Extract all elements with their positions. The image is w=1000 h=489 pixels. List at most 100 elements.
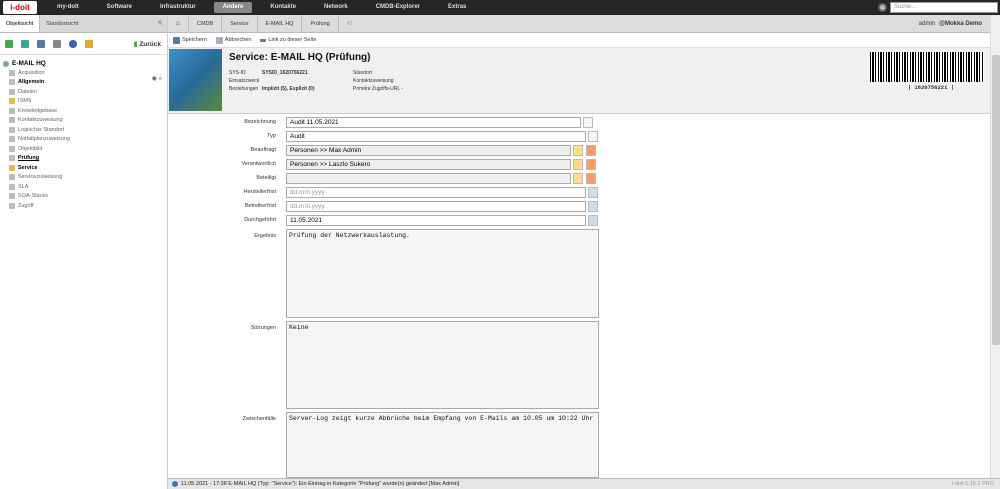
tab-standortsicht[interactable]: Standortsicht xyxy=(40,15,84,32)
globe-icon[interactable] xyxy=(69,39,77,48)
sidebar-item-zugriff[interactable]: Zugriff xyxy=(3,201,164,211)
top-navigation: i-doit my-doit Software Infrastruktur An… xyxy=(0,0,1000,15)
category-icon xyxy=(9,145,15,152)
version-label: i-doit 1.15.2 PRO xyxy=(951,481,994,487)
sidebar-item-label: Prüfung xyxy=(18,155,40,162)
search-input[interactable]: Suche... xyxy=(890,2,998,13)
detach-icon[interactable] xyxy=(586,173,596,184)
save-button[interactable]: Speichern xyxy=(173,36,207,44)
folder-icon xyxy=(9,164,15,171)
herstellerfrist-field[interactable]: dd.mm.yyyy xyxy=(286,187,586,198)
verantwortlich-field[interactable]: Personen >> Laszlo Sukero xyxy=(286,159,571,170)
search-icon[interactable] xyxy=(573,159,583,170)
pruefung-form: Bezeichnung Audit 11.05.2021 Typ Audit B… xyxy=(168,115,990,489)
breadcrumb-object[interactable]: E-MAIL HQ xyxy=(256,14,302,33)
nav-andere[interactable]: Andere xyxy=(213,2,253,13)
beziehungen-value[interactable]: Implizit (5), Explizit (0) xyxy=(262,85,353,93)
sidebar-item-objektbild[interactable]: Objektbild xyxy=(3,144,164,154)
breadcrumb-service[interactable]: Service xyxy=(221,14,256,33)
breadcrumb-category[interactable]: Prüfung xyxy=(301,14,337,33)
calendar-icon[interactable] xyxy=(588,201,598,212)
typ-select[interactable]: Audit xyxy=(286,131,586,142)
scrollbar-thumb[interactable] xyxy=(992,55,1000,345)
sidebar-item-label: Kontaktzuweisung xyxy=(18,117,63,124)
print-icon[interactable] xyxy=(53,39,61,48)
sidebar-item-dateien[interactable]: Dateien xyxy=(3,87,164,97)
verantwortlich-label: Verantwortlich xyxy=(241,161,276,167)
category-icon xyxy=(9,88,15,95)
tree-icon[interactable] xyxy=(5,39,13,48)
app-logo[interactable]: i-doit xyxy=(3,1,37,14)
expand-all-icon[interactable] xyxy=(21,39,29,48)
expand-icon[interactable]: ⇱ xyxy=(158,20,163,27)
beteiligt-field[interactable] xyxy=(286,173,571,184)
beziehungen-label: Beziehungen xyxy=(229,86,259,92)
sysid-value: SYSID_1620756221 xyxy=(262,70,308,76)
sidebar-item-allgemein[interactable]: Allgemein xyxy=(3,78,164,88)
bezeichnung-field[interactable]: Audit 11.05.2021 xyxy=(286,117,581,128)
eye-icon[interactable]: ◉ ⌕ xyxy=(152,75,162,83)
lock-icon[interactable] xyxy=(85,39,93,48)
sidebar-item-service[interactable]: Service xyxy=(3,163,164,173)
sidebar-item-kontaktzuweisung[interactable]: Kontaktzuweisung xyxy=(3,116,164,126)
link-button[interactable]: Link zu dieser Seite xyxy=(260,37,316,43)
nav-kontakte[interactable]: Kontakte xyxy=(260,0,306,15)
nav-my-doit[interactable]: my-doit xyxy=(47,0,89,15)
sidebar-item-isms[interactable]: ISMS xyxy=(3,97,164,107)
sidebar-item-servicezuweisung[interactable]: Servicezuweisung xyxy=(3,173,164,183)
settings-gear-icon[interactable] xyxy=(878,3,887,12)
category-icon xyxy=(9,136,15,143)
sidebar-item-logischer-standort[interactable]: Logischer Standort xyxy=(3,125,164,135)
sidebar-item-sla[interactable]: SLA xyxy=(3,182,164,192)
sidebar-item-acquisition[interactable]: Acquisition xyxy=(3,68,164,78)
status-bar: 11.05.2021 - 17:38 E-MAIL HQ (Typ: "Serv… xyxy=(168,478,1000,489)
durchgefuehrt-field[interactable]: 11.05.2021 xyxy=(286,215,586,226)
sidebar-item-notfallplanzuweisung[interactable]: Notfallplanzuweisung xyxy=(3,135,164,145)
search-icon[interactable] xyxy=(573,173,583,184)
save-icon xyxy=(173,36,180,44)
nav-cmdb-explorer[interactable]: CMDB-Explorer xyxy=(366,0,430,15)
nav-software[interactable]: Software xyxy=(97,0,142,15)
zwischenfaelle-textarea[interactable]: Server-Log zeigt kurze Abbrüche beim Emp… xyxy=(286,412,599,478)
info-icon xyxy=(172,480,178,487)
back-button[interactable]: ▮ Zurück xyxy=(134,40,163,48)
cancel-label: Abbrechen xyxy=(224,37,252,43)
save-label: Speichern xyxy=(182,37,207,43)
barcode-number: | 1620756221 | xyxy=(907,84,954,91)
user-info[interactable]: admin @Mokka Demo xyxy=(919,15,982,33)
list-icon[interactable] xyxy=(37,39,45,48)
stoerungen-textarea[interactable]: Keine xyxy=(286,321,599,409)
tree-root-label: E-MAIL HQ xyxy=(12,60,46,67)
betreiberfrist-field[interactable]: dd.mm.yyyy xyxy=(286,201,586,212)
beauftragt-field[interactable]: Personen >> Max Admin xyxy=(286,145,571,156)
tree-root[interactable]: E-MAIL HQ xyxy=(3,59,164,68)
object-meta: SYS-ID SYSID_1620756221 Standort Einsatzzw… xyxy=(229,69,433,93)
cancel-button[interactable]: Abbrechen xyxy=(215,36,252,44)
calendar-icon[interactable] xyxy=(588,215,598,226)
search-icon[interactable] xyxy=(573,145,583,156)
tenant-name: @Mokka Demo xyxy=(939,21,982,27)
sidebar-item-pr-fung[interactable]: Prüfung xyxy=(3,154,164,164)
sidebar-item-knowledgebase[interactable]: Knowledgebase xyxy=(3,106,164,116)
einsatzzweck-label: Einsatzzweck xyxy=(229,78,260,84)
category-icon xyxy=(9,69,15,76)
sidebar-item-soa-stacks[interactable]: SOA-Stacks xyxy=(3,192,164,202)
nav-extras[interactable]: Extras xyxy=(438,0,476,15)
folder-icon xyxy=(9,98,15,105)
calendar-icon[interactable] xyxy=(588,187,598,198)
nav-infrastruktur[interactable]: Infrastruktur xyxy=(150,0,206,15)
edit-icon[interactable] xyxy=(583,117,593,128)
ergebnis-textarea[interactable]: Prüfung der Netzwerkauslastung. xyxy=(286,229,599,318)
tab-objektsicht[interactable]: Objektsicht xyxy=(0,15,41,32)
nav-network[interactable]: Network xyxy=(314,0,358,15)
detach-icon[interactable] xyxy=(586,159,596,170)
breadcrumb: ⌂ CMDB Service E-MAIL HQ Prüfung #1 admi… xyxy=(168,14,990,33)
detach-icon[interactable] xyxy=(586,145,596,156)
home-icon[interactable]: ⌂ xyxy=(168,20,188,27)
bezeichnung-label: Bezeichnung xyxy=(244,119,276,125)
breadcrumb-cmdb[interactable]: CMDB xyxy=(188,14,221,33)
kontakt-label: Kontaktzuweisung xyxy=(353,78,394,84)
action-bar: Speichern Abbrechen Link zu dieser Seite xyxy=(168,33,990,48)
scrollbar[interactable] xyxy=(990,15,1000,489)
typ-edit-icon[interactable] xyxy=(588,131,598,142)
